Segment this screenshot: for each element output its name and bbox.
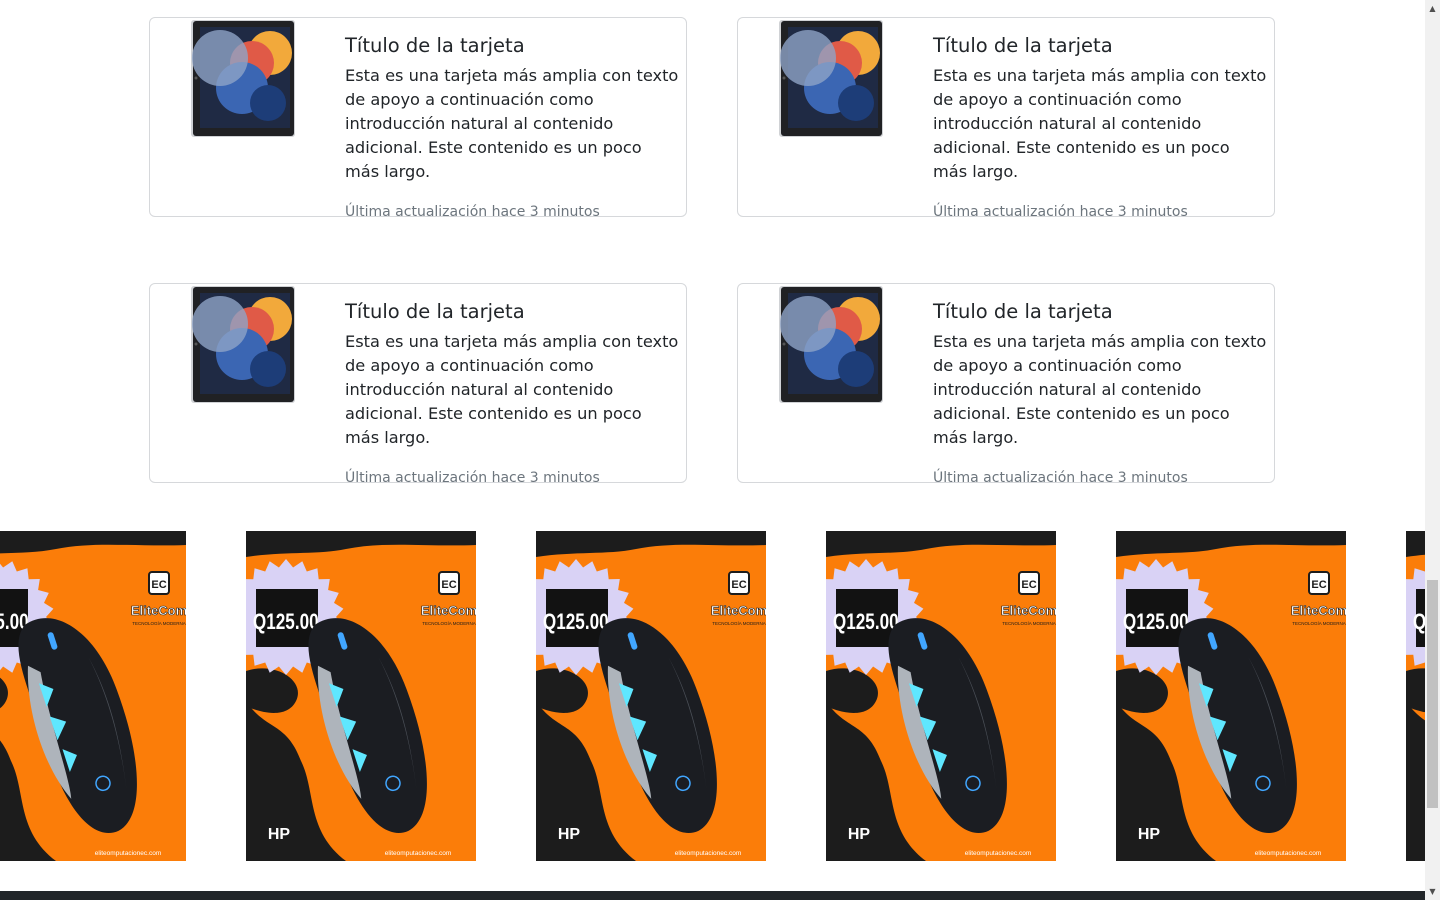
card-text: Esta es una tarjeta más amplia con texto… (933, 66, 1267, 181)
card-text: Esta es una tarjeta más amplia con texto… (345, 66, 679, 181)
card-updated: Última actualización hace 3 minutos (933, 470, 1188, 486)
card-body: Título de la tarjeta Esta es una tarjeta… (345, 32, 680, 222)
website-label: eliteomputacionec.com (965, 850, 1031, 857)
website-label: eliteomputacionec.com (95, 850, 161, 857)
tablet-image (191, 286, 295, 403)
vertical-scrollbar[interactable]: ▲ ▼ (1425, 0, 1440, 900)
tablet-image (191, 20, 295, 137)
product-brand-label: HP (558, 826, 581, 843)
card-body: Título de la tarjeta Esta es una tarjeta… (933, 32, 1268, 222)
price-label: Q125.00 (833, 610, 899, 635)
card-body: Título de la tarjeta Esta es una tarjeta… (345, 298, 680, 488)
promo-artwork: Q125.00ECEliteComTECNOLOGÍA MODERNAHPeli… (1406, 531, 1425, 861)
card-title: Título de la tarjeta (345, 34, 525, 57)
card-updated: Última actualización hace 3 minutos (345, 470, 600, 486)
price-label: Q125.00 (1123, 610, 1189, 635)
card: Título de la tarjeta Esta es una tarjeta… (149, 17, 687, 220)
website-label: eliteomputacionec.com (385, 850, 451, 857)
svg-text:EC: EC (731, 579, 746, 591)
promo-artwork: Q125.00 EC EliteCom TECNOLOGÍA MODERNA HP eli… (1116, 531, 1346, 861)
product-brand-label: HP (1138, 826, 1161, 843)
promo-banner[interactable]: Q125.00ECEliteComTECNOLOGÍA MODERNAHPeli… (0, 531, 186, 861)
scroll-up-arrow-icon[interactable]: ▲ (1425, 0, 1440, 17)
price-label: Q125.00 (253, 610, 319, 635)
card: Título de la tarjeta Esta es una tarjeta… (737, 17, 1275, 220)
website-label: eliteomputacionec.com (1255, 850, 1321, 857)
svg-text:TECNOLOGÍA MODERNA: TECNOLOGÍA MODERNA (422, 620, 476, 626)
card-title: Título de la tarjeta (345, 300, 525, 323)
card-body: Título de la tarjeta Esta es una tarjeta… (933, 298, 1268, 488)
promo-banner[interactable]: Q125.00 EC EliteCom TECNOLOGÍA MODERNA HP eli… (826, 531, 1056, 861)
promo-artwork: Q125.00 EC EliteCom TECNOLOGÍA MODERNA HP eli… (826, 531, 1056, 861)
scrollbar-thumb[interactable] (1427, 580, 1438, 808)
svg-text:TECNOLOGÍA MODERNA: TECNOLOGÍA MODERNA (1292, 620, 1346, 626)
product-brand-label: HP (268, 826, 291, 843)
card-text: Esta es una tarjeta más amplia con texto… (933, 332, 1267, 447)
scroll-down-arrow-icon[interactable]: ▼ (1425, 883, 1440, 900)
svg-text:EC: EC (1021, 579, 1036, 591)
product-brand-label: HP (848, 826, 871, 843)
promo-banner[interactable]: Q125.00 EC EliteCom TECNOLOGÍA MODERNA HP eli… (1116, 531, 1346, 861)
svg-text:TECNOLOGÍA MODERNA: TECNOLOGÍA MODERNA (132, 620, 186, 626)
card-title: Título de la tarjeta (933, 300, 1113, 323)
promo-banner[interactable]: Q125.00 EC EliteCom TECNOLOGÍA MODERNA HP eli… (536, 531, 766, 861)
footer (0, 891, 1425, 900)
card-title: Título de la tarjeta (933, 34, 1113, 57)
svg-text:EliteCom: EliteCom (1291, 603, 1346, 618)
price-label: Q125.00 (543, 610, 609, 635)
svg-text:EliteCom: EliteCom (131, 603, 186, 618)
page: Título de la tarjeta Esta es una tarjeta… (0, 0, 1425, 900)
svg-text:EC: EC (441, 579, 456, 591)
svg-text:EliteCom: EliteCom (1001, 603, 1056, 618)
promo-banner[interactable]: Q125.00ECEliteComTECNOLOGÍA MODERNAHPeli… (1406, 531, 1425, 861)
promo-artwork: Q125.00 EC EliteCom TECNOLOGÍA MODERNA HP eli… (246, 531, 476, 861)
price-label: Q125.00 (1413, 610, 1425, 635)
promo-banner[interactable]: Q125.00 EC EliteCom TECNOLOGÍA MODERNA HP eli… (246, 531, 476, 861)
promo-artwork: Q125.00ECEliteComTECNOLOGÍA MODERNAHPeli… (0, 531, 186, 861)
promo-artwork: Q125.00 EC EliteCom TECNOLOGÍA MODERNA HP eli… (536, 531, 766, 861)
card-updated: Última actualización hace 3 minutos (345, 204, 600, 220)
svg-text:EC: EC (151, 579, 166, 591)
card: Título de la tarjeta Esta es una tarjeta… (737, 283, 1275, 486)
svg-text:EC: EC (1311, 579, 1326, 591)
card-updated: Última actualización hace 3 minutos (933, 204, 1188, 220)
card: Título de la tarjeta Esta es una tarjeta… (149, 283, 687, 486)
svg-text:EliteCom: EliteCom (711, 603, 766, 618)
svg-text:EliteCom: EliteCom (421, 603, 476, 618)
svg-text:TECNOLOGÍA MODERNA: TECNOLOGÍA MODERNA (712, 620, 766, 626)
tablet-image (779, 20, 883, 137)
website-label: eliteomputacionec.com (675, 850, 741, 857)
tablet-image (779, 286, 883, 403)
svg-text:TECNOLOGÍA MODERNA: TECNOLOGÍA MODERNA (1002, 620, 1056, 626)
card-text: Esta es una tarjeta más amplia con texto… (345, 332, 679, 447)
